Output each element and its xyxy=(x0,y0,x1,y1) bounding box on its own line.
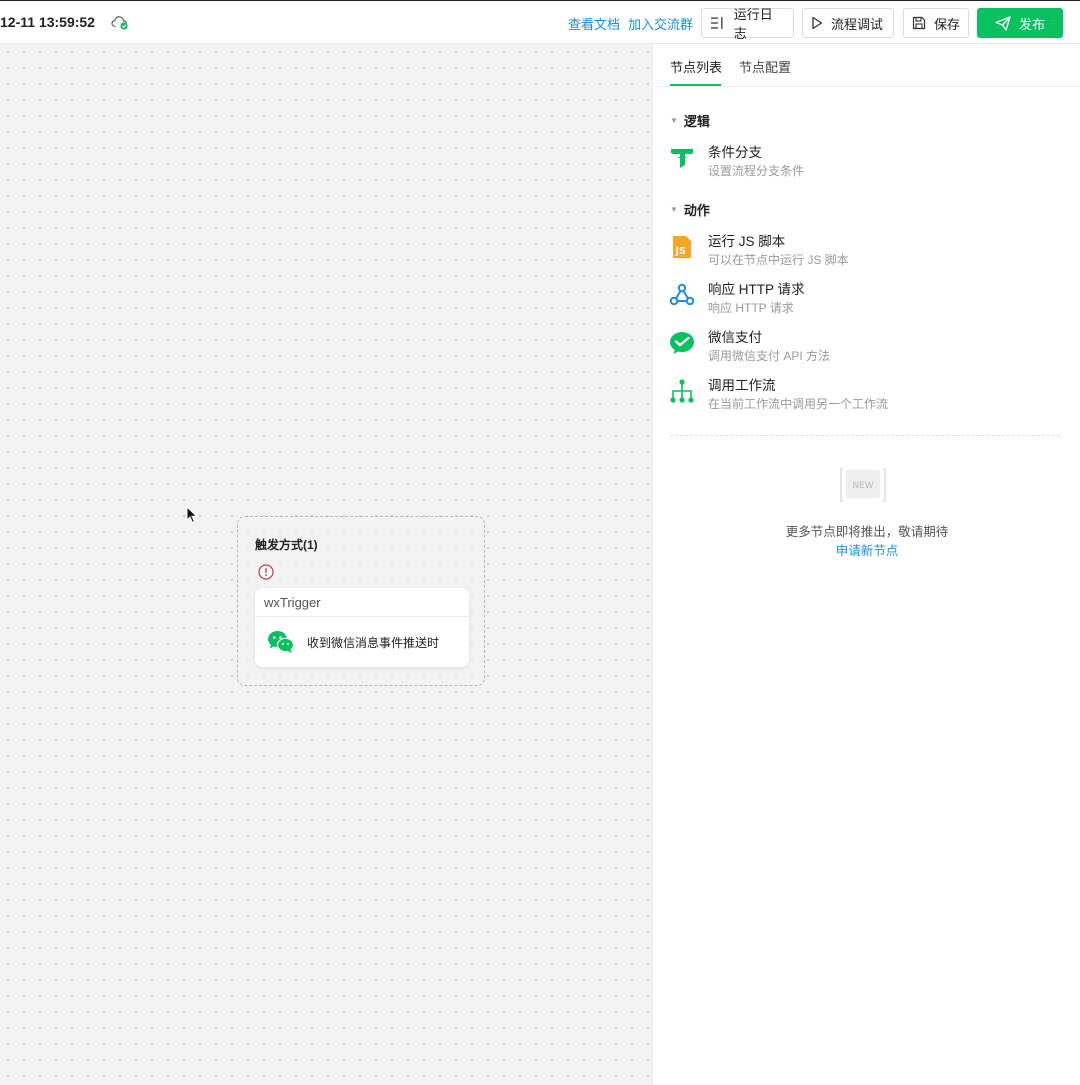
section-logic-title: 逻辑 xyxy=(683,114,710,129)
publish-label: 发布 xyxy=(1018,16,1045,32)
wechat-pay-icon xyxy=(670,332,694,354)
node-description: 调用微信支付 API 方法 xyxy=(708,349,831,363)
node-panel: 节点列表 节点配置 ▼ 逻辑 条件分支 设置流程分支条件 ▼ 动作 JS 运行 … xyxy=(652,44,1080,1085)
new-badge-icon: NEW xyxy=(840,468,886,502)
node-description: 响应 HTTP 请求 xyxy=(708,301,794,315)
cloud-saved-icon xyxy=(111,16,128,30)
node-name: 响应 HTTP 请求 xyxy=(708,282,805,297)
join-group-link[interactable]: 加入交流群 xyxy=(628,14,693,33)
node-item-wechat-pay[interactable]: 微信支付 调用微信支付 API 方法 xyxy=(669,326,1064,370)
play-icon xyxy=(812,16,823,30)
trigger-group-title: 触发方式(1) xyxy=(255,538,318,552)
debug-flow-label: 流程调试 xyxy=(831,16,884,32)
warning-icon[interactable] xyxy=(258,564,274,580)
logs-icon xyxy=(710,17,723,29)
node-description: 设置流程分支条件 xyxy=(708,164,805,178)
node-description: 可以在节点中运行 JS 脚本 xyxy=(708,253,849,267)
trigger-group[interactable]: 触发方式(1) wxTrigger 收到微信消息事件推送时 xyxy=(237,516,485,686)
node-name: 调用工作流 xyxy=(708,378,776,393)
flow-canvas[interactable]: 触发方式(1) wxTrigger 收到微信消息事件推送时 xyxy=(0,44,652,1085)
tab-node-config[interactable]: 节点配置 xyxy=(739,57,791,76)
section-divider xyxy=(670,435,1060,436)
node-item-condition-branch[interactable]: 条件分支 设置流程分支条件 xyxy=(669,141,1064,185)
trigger-node-description: 收到微信消息事件推送时 xyxy=(307,635,440,650)
webhook-icon xyxy=(669,283,695,306)
top-toolbar: 12-11 13:59:52 查看文档 加入交流群 运行日志 流程调试 保存 发… xyxy=(0,0,1080,44)
save-button[interactable]: 保存 xyxy=(903,8,969,38)
save-icon xyxy=(912,16,926,30)
debug-flow-button[interactable]: 流程调试 xyxy=(802,8,894,38)
more-nodes-text: 更多节点即将推出，敬请期待 xyxy=(785,525,949,539)
wechat-icon xyxy=(268,631,295,653)
active-tab-indicator xyxy=(670,84,721,86)
node-name: 微信支付 xyxy=(708,330,762,345)
workflow-icon xyxy=(670,379,694,403)
trigger-node-name: wxTrigger xyxy=(255,588,469,617)
node-item-run-js[interactable]: JS 运行 JS 脚本 可以在节点中运行 JS 脚本 xyxy=(669,230,1064,274)
caret-down-icon: ▼ xyxy=(670,205,678,214)
trigger-node-card[interactable]: wxTrigger 收到微信消息事件推送时 xyxy=(255,588,469,667)
node-description: 在当前工作流中调用另一个工作流 xyxy=(708,397,889,411)
panel-tabs: 节点列表 节点配置 xyxy=(653,44,1080,87)
apply-new-node-link[interactable]: 申请新节点 xyxy=(653,540,1080,559)
run-logs-button[interactable]: 运行日志 xyxy=(701,7,794,41)
save-label: 保存 xyxy=(934,16,961,32)
run-logs-label: 运行日志 xyxy=(733,7,773,41)
mouse-cursor-icon xyxy=(186,506,198,524)
node-name: 条件分支 xyxy=(708,145,762,160)
send-icon xyxy=(995,15,1011,31)
section-action-title: 动作 xyxy=(683,203,710,218)
save-timestamp: 12-11 13:59:52 xyxy=(0,14,95,30)
publish-button[interactable]: 发布 xyxy=(977,8,1063,38)
view-docs-link[interactable]: 查看文档 xyxy=(568,14,620,33)
new-badge-text: NEW xyxy=(852,481,873,491)
node-item-call-workflow[interactable]: 调用工作流 在当前工作流中调用另一个工作流 xyxy=(669,374,1064,418)
svg-text:JS: JS xyxy=(675,246,687,257)
js-icon: JS xyxy=(673,236,691,258)
tab-node-list[interactable]: 节点列表 xyxy=(670,57,722,76)
section-logic-header[interactable]: ▼ 逻辑 xyxy=(670,111,710,130)
filter-icon xyxy=(671,149,693,168)
node-item-http-response[interactable]: 响应 HTTP 请求 响应 HTTP 请求 xyxy=(669,278,1064,322)
section-action-header[interactable]: ▼ 动作 xyxy=(670,200,710,219)
node-name: 运行 JS 脚本 xyxy=(708,234,786,249)
caret-down-icon: ▼ xyxy=(670,116,678,125)
